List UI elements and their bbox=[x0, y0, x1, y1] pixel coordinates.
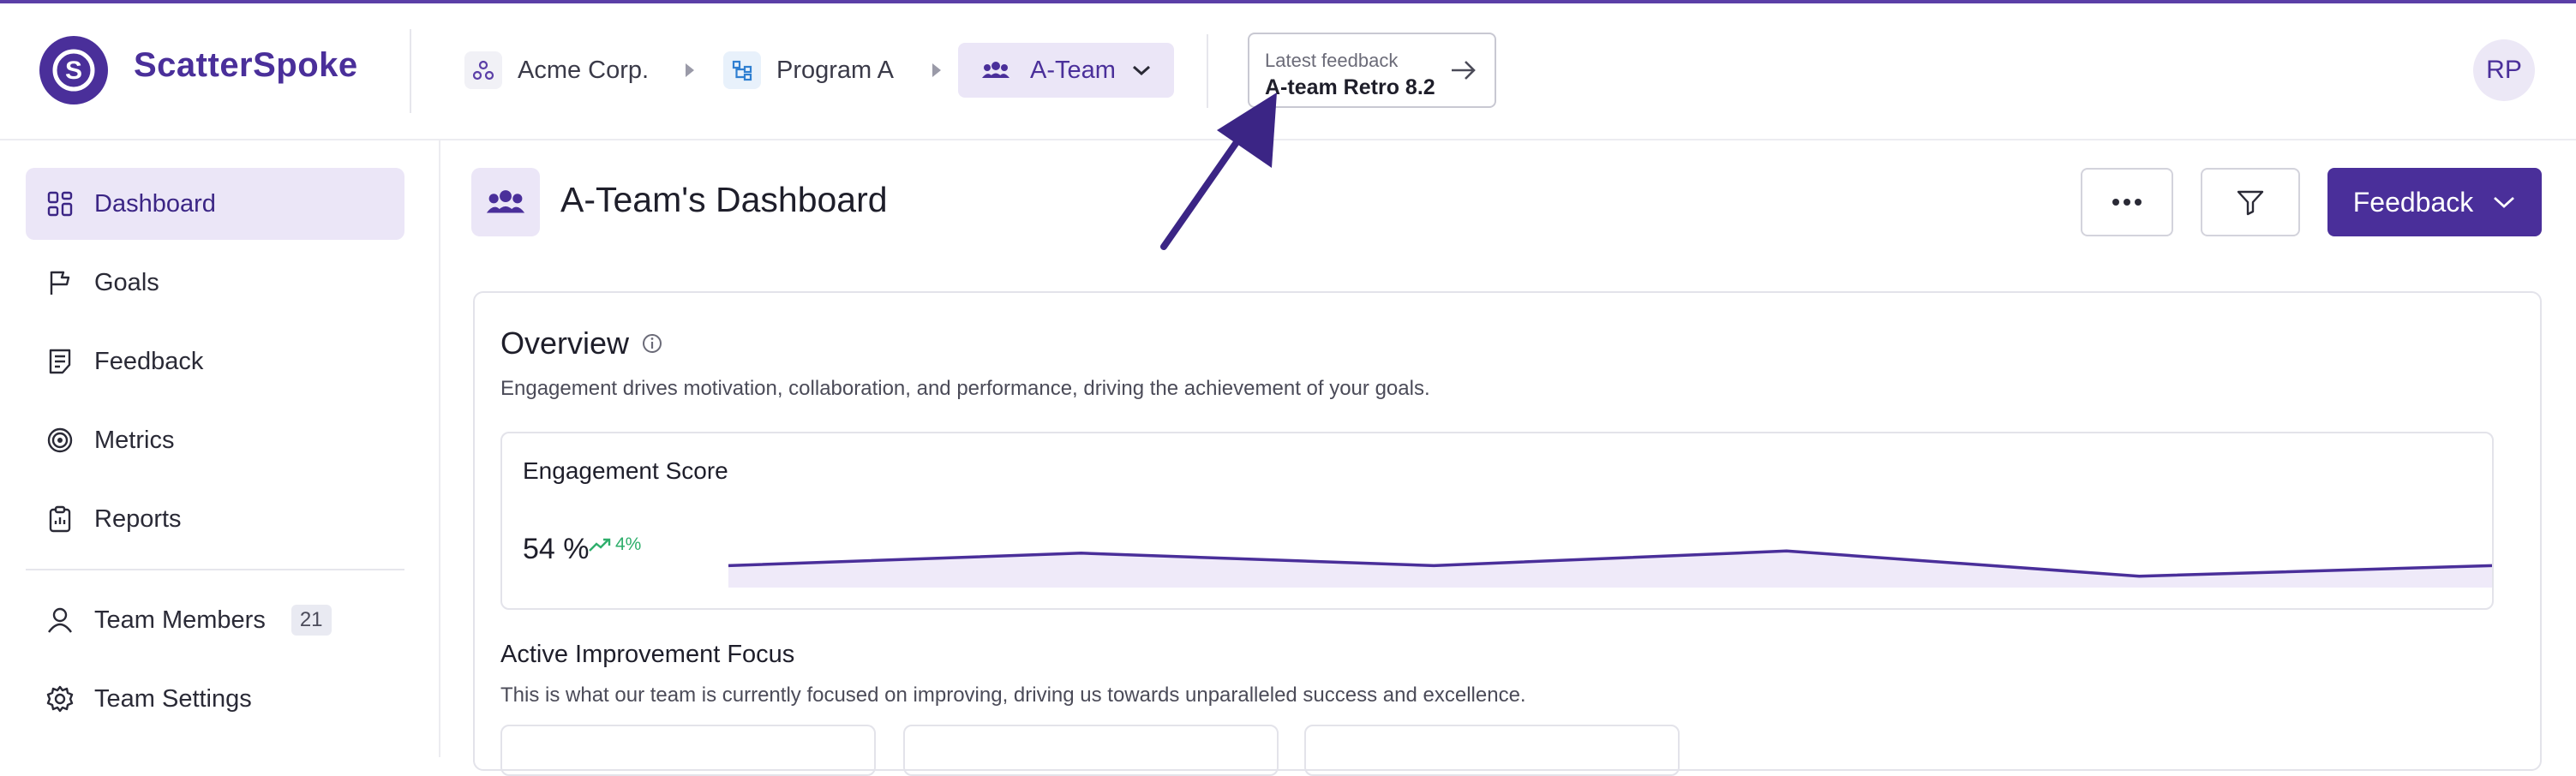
breadcrumb-label: A-Team bbox=[1030, 56, 1116, 84]
grid-icon bbox=[45, 188, 75, 219]
sidebar-item-label: Feedback bbox=[94, 347, 204, 375]
breadcrumb-item-program[interactable]: Program A bbox=[723, 43, 894, 98]
engagement-title: Engagement Score bbox=[523, 457, 728, 484]
divider bbox=[410, 29, 411, 113]
app-name[interactable]: ScatterSpoke bbox=[134, 46, 358, 85]
focus-description: This is what our team is currently focus… bbox=[500, 683, 1526, 707]
focus-card[interactable] bbox=[903, 725, 1279, 776]
sidebar-item-team-members[interactable]: Team Members 21 bbox=[26, 584, 404, 656]
logo-icon: S bbox=[52, 49, 95, 92]
engagement-value: 54 % bbox=[523, 533, 590, 565]
divider bbox=[26, 569, 404, 570]
sidebar-item-label: Dashboard bbox=[94, 189, 216, 218]
breadcrumb-separator-icon bbox=[932, 63, 941, 77]
breadcrumb-item-org[interactable]: Acme Corp. bbox=[464, 43, 649, 98]
breadcrumb-label: Program A bbox=[776, 56, 894, 84]
chevron-down-icon bbox=[2494, 196, 2515, 208]
annotation-arrow-icon bbox=[1160, 93, 1277, 250]
engagement-sparkline bbox=[728, 549, 2492, 588]
trend-up-icon bbox=[589, 538, 611, 552]
chevron-down-icon bbox=[1132, 65, 1150, 76]
count-badge: 21 bbox=[291, 605, 332, 636]
feedback-button-label: Feedback bbox=[2352, 186, 2474, 218]
flag-icon bbox=[45, 267, 75, 298]
team-icon bbox=[471, 168, 540, 236]
sidebar-item-team-settings[interactable]: Team Settings bbox=[26, 663, 404, 735]
latest-feedback-caption: Latest feedback bbox=[1265, 50, 1399, 71]
sidebar: Dashboard Goals Feedback Metrics Reports… bbox=[0, 140, 440, 757]
filter-icon bbox=[2237, 190, 2264, 216]
sidebar-item-label: Goals bbox=[94, 268, 159, 296]
hierarchy-icon bbox=[723, 51, 761, 89]
team-icon bbox=[977, 51, 1015, 89]
document-icon bbox=[45, 346, 75, 377]
clipboard-icon bbox=[45, 504, 75, 534]
overview-description: Engagement drives motivation, collaborat… bbox=[500, 377, 1430, 400]
sidebar-item-label: Metrics bbox=[94, 426, 175, 454]
target-icon bbox=[45, 425, 75, 456]
trend-badge: 4% bbox=[588, 534, 641, 555]
sidebar-item-metrics[interactable]: Metrics bbox=[26, 404, 404, 476]
org-icon bbox=[464, 51, 502, 89]
logo-mark[interactable]: S bbox=[39, 36, 108, 104]
sidebar-item-label: Team Settings bbox=[94, 684, 252, 713]
focus-card[interactable] bbox=[500, 725, 876, 776]
focus-card[interactable] bbox=[1304, 725, 1680, 776]
breadcrumb-item-team[interactable]: A-Team bbox=[958, 43, 1174, 98]
arrow-right-icon bbox=[1452, 61, 1476, 80]
trend-value: 4% bbox=[615, 534, 642, 554]
sidebar-item-feedback[interactable]: Feedback bbox=[26, 325, 404, 397]
filter-button[interactable] bbox=[2201, 168, 2300, 236]
user-icon bbox=[45, 605, 75, 636]
overview-title: Overview bbox=[500, 325, 630, 361]
sidebar-item-dashboard[interactable]: Dashboard bbox=[26, 168, 404, 240]
page-title: A-Team's Dashboard bbox=[560, 180, 888, 219]
svg-text:S: S bbox=[65, 57, 82, 85]
avatar[interactable]: RP bbox=[2473, 39, 2535, 101]
info-icon[interactable] bbox=[641, 332, 663, 355]
feedback-button[interactable]: Feedback bbox=[2327, 168, 2542, 236]
sidebar-item-label: Reports bbox=[94, 504, 182, 533]
gear-icon bbox=[45, 683, 75, 714]
focus-title: Active Improvement Focus bbox=[500, 641, 795, 668]
more-options-button[interactable] bbox=[2081, 168, 2173, 236]
breadcrumb-label: Acme Corp. bbox=[518, 56, 650, 84]
sidebar-item-goals[interactable]: Goals bbox=[26, 247, 404, 319]
breadcrumb-separator-icon bbox=[686, 63, 694, 77]
ellipsis-icon bbox=[2112, 199, 2142, 206]
sidebar-item-label: Team Members bbox=[94, 606, 266, 634]
sidebar-item-reports[interactable]: Reports bbox=[26, 483, 404, 555]
